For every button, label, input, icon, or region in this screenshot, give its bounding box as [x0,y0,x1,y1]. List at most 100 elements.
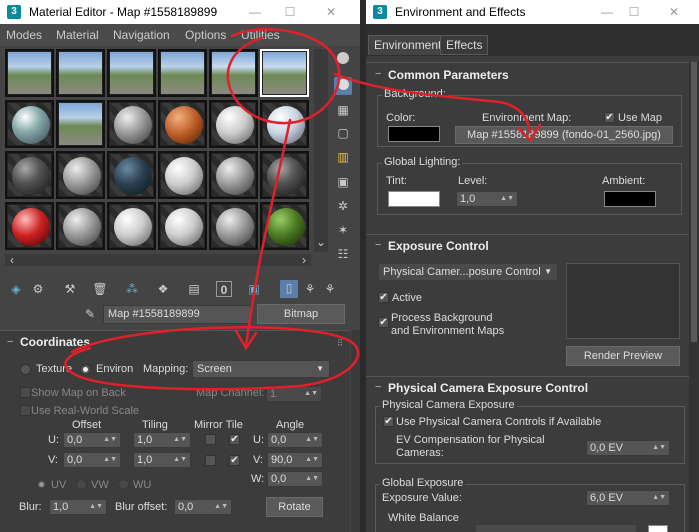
material-slot[interactable] [158,49,207,97]
sample-type-icon[interactable] [335,52,351,68]
exposure-control-title[interactable]: Exposure Control [388,239,489,253]
mirror-u-checkbox[interactable] [205,434,216,445]
tab-environment[interactable]: Environment [368,35,448,55]
go-to-parent-icon[interactable]: ⚘ [302,281,318,297]
use-map-checkbox[interactable]: ✔ [604,112,615,123]
rollout-collapse-icon[interactable]: − [375,381,381,393]
angle-v-spinner[interactable]: 90,0 ▲▼ [267,452,323,468]
tint-swatch[interactable] [388,191,440,207]
close-icon[interactable]: ✕ [322,3,340,21]
backlight-icon[interactable] [334,77,352,95]
white-balance-swatch[interactable] [648,525,668,532]
material-slot[interactable] [209,151,258,199]
wu-radio[interactable] [118,479,129,490]
select-by-material-icon[interactable]: ✶ [335,222,351,238]
menu-navigation[interactable]: Navigation [113,28,170,42]
physical-camera-exposure-title[interactable]: Physical Camera Exposure Control [388,381,588,395]
material-editor-scrollbar[interactable] [351,330,360,532]
material-slot[interactable] [209,202,258,250]
angle-w-spinner[interactable]: 0,0 ▲▼ [267,471,323,487]
material-slot[interactable] [5,202,54,250]
go-forward-sibling-icon[interactable]: ⚘ [322,281,338,297]
level-spinner[interactable]: 1,0 ▲▼ [456,191,518,207]
material-slot[interactable] [56,49,105,97]
material-slot[interactable] [158,100,207,148]
white-balance-field[interactable] [476,525,636,532]
video-color-check-icon[interactable]: ▥ [335,149,351,165]
mapping-dropdown[interactable]: Screen ▼ [192,360,330,378]
angle-u-spinner[interactable]: 0,0 ▲▼ [267,432,323,448]
close-icon[interactable]: ✕ [665,3,683,21]
assign-to-selection-icon[interactable]: ⚒ [62,281,78,297]
show-shaded-icon[interactable]: ▣ [246,281,262,297]
material-slot[interactable] [107,202,156,250]
map-channel-spinner[interactable]: 1 ▲▼ [266,386,322,402]
show-map-on-back-checkbox[interactable] [20,387,31,398]
material-slot[interactable] [158,151,207,199]
material-slot[interactable] [56,151,105,199]
minimize-icon[interactable]: — [598,3,616,21]
ambient-swatch[interactable] [604,191,656,207]
offset-v-spinner[interactable]: 0,0 ▲▼ [63,452,121,468]
material-slot[interactable] [158,202,207,250]
rollout-collapse-icon[interactable]: − [7,336,13,348]
scroll-down-icon[interactable]: ⌄ [313,234,329,250]
material-slot[interactable] [5,151,54,199]
tiling-v-spinner[interactable]: 1,0 ▲▼ [133,452,191,468]
material-slot[interactable] [260,202,309,250]
maximize-icon[interactable]: ☐ [281,3,299,21]
minimize-icon[interactable]: — [246,3,264,21]
tab-effects[interactable]: Effects [440,35,489,55]
process-background-checkbox[interactable]: ✔ [378,317,389,328]
menu-options[interactable]: Options [185,28,226,42]
menu-utilities[interactable]: Utilities [241,28,280,42]
uv-radio[interactable] [36,479,47,490]
material-slot[interactable] [260,100,309,148]
material-slot[interactable] [209,100,258,148]
rollout-collapse-icon[interactable]: − [375,239,381,251]
tile-u-checkbox[interactable]: ✔ [229,434,240,445]
eyedropper-icon[interactable]: ✎ [82,306,98,322]
material-slot[interactable] [209,49,258,97]
save-icon[interactable]: ▤ [186,281,202,297]
slot-scrollbar[interactable] [314,49,328,252]
material-slot[interactable] [56,100,105,148]
exposure-type-dropdown[interactable]: Physical Camer...posure Control ▼ [378,263,558,281]
menu-modes[interactable]: Modes [6,28,42,42]
use-physical-camera-checkbox[interactable]: ✔ [383,416,394,427]
texture-radio[interactable] [20,364,31,375]
environ-radio[interactable] [80,364,91,375]
environment-scroll-thumb[interactable] [691,62,697,342]
put-to-scene-icon[interactable]: ⚙ [30,281,46,297]
maximize-icon[interactable]: ☐ [625,3,643,21]
material-id-channel-icon[interactable]: 0 [216,281,232,297]
material-slot[interactable] [107,151,156,199]
make-unique-icon[interactable]: ⁂ [124,281,140,297]
ev-compensation-spinner[interactable]: 0,0 EV ▲▼ [586,440,670,456]
material-slot[interactable] [107,49,156,97]
exposure-value-spinner[interactable]: 6,0 EV ▲▼ [586,490,670,506]
material-slot[interactable] [5,100,54,148]
get-material-icon[interactable]: ◈ [8,281,24,297]
scroll-right-icon[interactable]: › [296,252,312,268]
background-color-swatch[interactable] [388,126,440,142]
material-slot[interactable] [107,100,156,148]
render-preview-button[interactable]: Render Preview [566,346,680,366]
background-icon[interactable]: ▦ [335,102,351,118]
mirror-v-checkbox[interactable] [205,455,216,466]
material-slot[interactable] [5,49,54,97]
coordinates-title[interactable]: Coordinates [20,335,90,349]
options-icon[interactable]: ✲ [335,198,351,214]
tiling-u-spinner[interactable]: 1,0 ▲▼ [133,432,191,448]
map-type-button[interactable]: Bitmap [257,304,345,324]
show-end-result-icon[interactable]: ▯ [280,280,298,298]
sample-uv-tiling-icon[interactable]: ▢ [335,125,351,141]
blur-spinner[interactable]: 1,0 ▲▼ [49,499,107,515]
menu-material[interactable]: Material [56,28,99,42]
vw-radio[interactable] [76,479,87,490]
rotate-button[interactable]: Rotate [266,497,323,517]
active-checkbox[interactable]: ✔ [378,292,389,303]
scroll-left-icon[interactable]: ‹ [4,252,20,268]
blur-offset-spinner[interactable]: 0,0 ▲▼ [174,499,232,515]
environment-map-button[interactable]: Map #1558189899 (fondo-01_2560.jpg) [455,126,673,144]
